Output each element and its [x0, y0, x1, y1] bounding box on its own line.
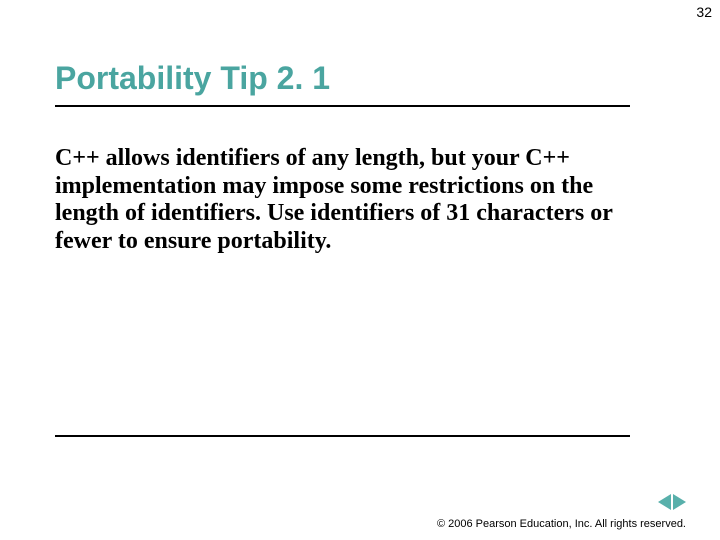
- page-title: Portability Tip 2. 1: [55, 60, 330, 97]
- body-text: C++ allows identifiers of any length, bu…: [55, 145, 630, 255]
- copyright-text: © 2006 Pearson Education, Inc. All right…: [437, 518, 686, 530]
- nav-arrows: [658, 494, 686, 510]
- next-arrow-icon[interactable]: [673, 494, 686, 510]
- divider-top: [55, 105, 630, 107]
- page-number: 32: [696, 4, 712, 20]
- prev-arrow-icon[interactable]: [658, 494, 671, 510]
- divider-bottom: [55, 435, 630, 437]
